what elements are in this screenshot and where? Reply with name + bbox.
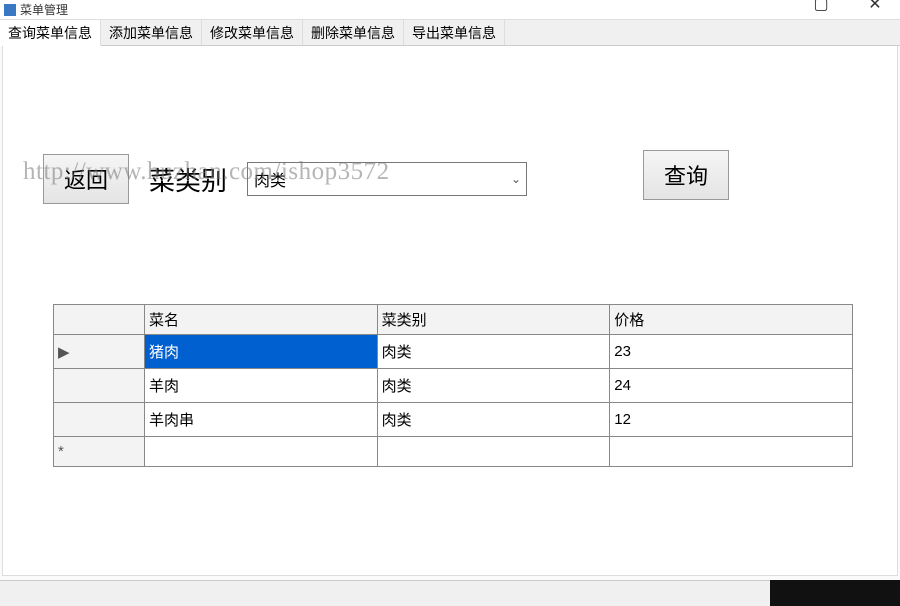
col-header-category[interactable]: 菜类别 <box>377 305 610 335</box>
table-row[interactable]: ▶ 猪肉 肉类 23 <box>54 335 853 369</box>
cell-name[interactable]: 羊肉串 <box>145 403 378 437</box>
tab-edit-menu[interactable]: 修改菜单信息 <box>202 20 303 45</box>
tab-delete-menu[interactable]: 删除菜单信息 <box>303 20 404 45</box>
back-button[interactable]: 返回 <box>43 154 129 204</box>
tab-export-menu[interactable]: 导出菜单信息 <box>404 20 505 45</box>
menu-data-grid[interactable]: 菜名 菜类别 价格 ▶ 猪肉 肉类 23 羊肉 肉类 24 羊肉串 肉类 <box>53 304 853 467</box>
tab-bar: 查询菜单信息 添加菜单信息 修改菜单信息 删除菜单信息 导出菜单信息 <box>0 20 900 46</box>
tab-add-menu[interactable]: 添加菜单信息 <box>101 20 202 45</box>
col-header-name[interactable]: 菜名 <box>145 305 378 335</box>
cell-category[interactable]: 肉类 <box>377 335 610 369</box>
maximize-icon[interactable]: ▢ <box>806 0 836 14</box>
window-controls: ▢ ✕ <box>806 0 900 14</box>
tab-query-menu[interactable]: 查询菜单信息 <box>0 20 101 46</box>
table-row[interactable]: 羊肉 肉类 24 <box>54 369 853 403</box>
tab-content: http://www.huzhan.com/ishop3572 返回 菜类别 ⌄… <box>2 46 898 576</box>
table-row[interactable]: 羊肉串 肉类 12 <box>54 403 853 437</box>
cell-name[interactable]: 猪肉 <box>145 335 378 369</box>
close-icon[interactable]: ✕ <box>860 0 890 14</box>
cell-price[interactable]: 12 <box>610 403 853 437</box>
bottom-edge <box>0 580 900 606</box>
window-title: 菜单管理 <box>20 1 68 18</box>
title-bar: 菜单管理 ▢ ✕ <box>0 0 900 20</box>
bottom-dark-strip <box>770 580 900 606</box>
category-label: 菜类别 <box>149 161 227 198</box>
cell-category[interactable]: 肉类 <box>377 403 610 437</box>
query-controls: 返回 菜类别 ⌄ <box>43 154 527 204</box>
row-indicator: ▶ <box>54 335 145 369</box>
app-icon <box>4 4 16 16</box>
query-button[interactable]: 查询 <box>643 150 729 200</box>
cell-category[interactable] <box>377 437 610 467</box>
col-header-price[interactable]: 价格 <box>610 305 853 335</box>
row-indicator: * <box>54 437 145 467</box>
grid-header-row: 菜名 菜类别 价格 <box>54 305 853 335</box>
row-indicator <box>54 403 145 437</box>
category-select[interactable] <box>247 162 527 196</box>
cell-price[interactable] <box>610 437 853 467</box>
cell-category[interactable]: 肉类 <box>377 369 610 403</box>
cell-name[interactable]: 羊肉 <box>145 369 378 403</box>
cell-name[interactable] <box>145 437 378 467</box>
cell-price[interactable]: 23 <box>610 335 853 369</box>
row-indicator <box>54 369 145 403</box>
cell-price[interactable]: 24 <box>610 369 853 403</box>
grid-corner <box>54 305 145 335</box>
category-select-wrap: ⌄ <box>247 162 527 196</box>
table-row-new[interactable]: * <box>54 437 853 467</box>
